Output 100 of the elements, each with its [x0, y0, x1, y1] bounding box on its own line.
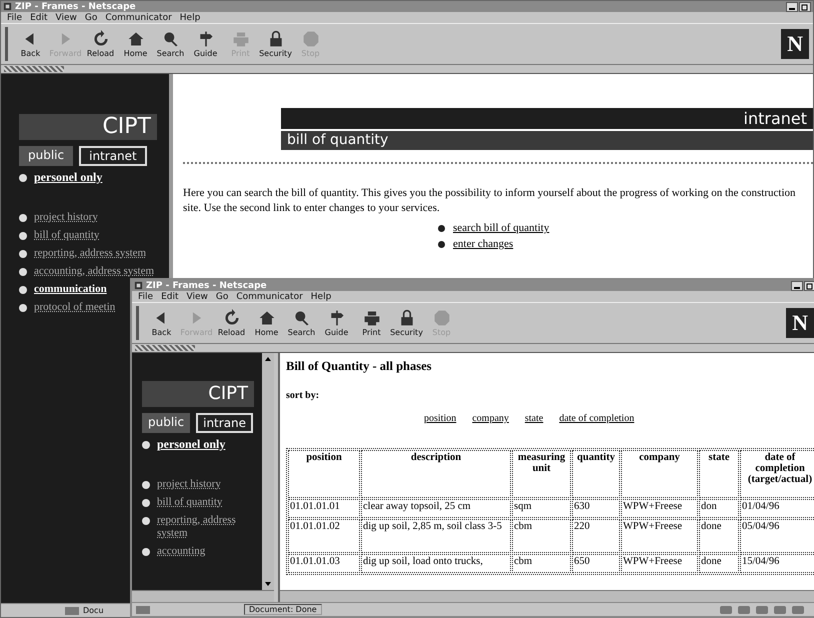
toolbar-button[interactable]: Search — [285, 309, 318, 337]
site-tab[interactable]: intranet — [79, 146, 147, 166]
vertical-scrollbar[interactable] — [262, 353, 274, 590]
minimize-button[interactable] — [786, 2, 798, 12]
sort-label: sort by: — [286, 390, 320, 401]
status-tray-icon[interactable] — [774, 606, 786, 614]
menu-item[interactable]: View — [56, 12, 77, 22]
toolbar-button[interactable]: Print — [355, 309, 388, 337]
table-cell: cbm — [512, 554, 571, 573]
window-title: ZIP - Frames - Netscape — [15, 2, 136, 12]
menu-item[interactable]: Go — [216, 292, 228, 302]
horizontal-scrollbar[interactable] — [132, 590, 274, 602]
minimize-button[interactable] — [791, 280, 803, 290]
location-toolbar-tab[interactable] — [135, 345, 195, 351]
status-text: Document: Done — [244, 604, 322, 615]
bullet-icon — [438, 224, 445, 232]
column-header: quantity — [572, 450, 620, 498]
menu-item[interactable]: Edit — [161, 292, 178, 302]
table-cell: 630 — [572, 499, 620, 518]
site-tab[interactable]: intrane — [196, 413, 254, 433]
table-cell: 15/04/96 — [740, 554, 814, 573]
bullet-icon — [142, 548, 150, 556]
status-tray-icon[interactable] — [756, 606, 768, 614]
nav-link[interactable]: project history — [34, 211, 98, 224]
up-arrow-icon[interactable] — [264, 355, 272, 363]
site-banner: intranet — [281, 108, 813, 129]
intro-paragraph: Here you can search the bill of quantity. This gives you the possibility to inform yourself about the progress of working on the construction site. Use the second link to enter changes to your services. — [183, 186, 797, 216]
location-toolbar-tab[interactable] — [4, 66, 64, 72]
nav-link[interactable]: protocol of meetin — [34, 301, 116, 314]
toolbar-button[interactable]: Home — [250, 309, 283, 337]
site-logo: CIPT — [19, 114, 157, 140]
status-tray-icon[interactable] — [792, 606, 804, 614]
minimize-icon — [794, 286, 800, 288]
column-header: date of completion (target/actual) — [740, 450, 814, 498]
bullet-icon — [142, 517, 150, 525]
menu-item[interactable]: File — [7, 12, 22, 22]
toolbar-button[interactable]: Security — [259, 30, 292, 58]
minimize-icon — [789, 8, 795, 10]
toolbar-button[interactable]: Back — [14, 30, 47, 58]
nav-link[interactable]: reporting, address system — [34, 247, 146, 260]
bullet-icon — [19, 286, 27, 294]
menu-item[interactable]: Communicator — [105, 12, 172, 22]
column-header: state — [699, 450, 739, 498]
restore-icon — [806, 282, 814, 290]
nav-link[interactable]: communication — [34, 283, 107, 296]
page-link[interactable]: search bill of quantity — [453, 222, 550, 234]
browser-logo: N — [781, 29, 809, 59]
horizontal-scrollbar[interactable] — [280, 590, 814, 602]
column-header: measuring unit — [512, 450, 571, 498]
stop-icon — [432, 309, 452, 327]
page-link[interactable]: enter changes — [453, 238, 514, 250]
toolbar-button[interactable]: Guide — [320, 309, 353, 337]
nav-link[interactable]: personel only — [157, 438, 226, 451]
sort-link[interactable]: position — [424, 413, 456, 424]
toolbar-button[interactable]: Search — [154, 30, 187, 58]
nav-link[interactable]: bill of quantity — [34, 229, 100, 242]
sort-link[interactable]: date of completion — [559, 413, 634, 424]
restore-icon — [801, 2, 809, 10]
table-cell: cbm — [512, 519, 571, 553]
site-tab[interactable]: public — [142, 413, 190, 433]
nav-link[interactable]: accounting — [157, 545, 206, 558]
table-cell: WPW+Freese — [621, 554, 698, 573]
table-cell: 01.01.01.01 — [288, 499, 360, 518]
table-cell: 650 — [572, 554, 620, 573]
menu-item[interactable]: File — [138, 292, 154, 302]
window-icon — [134, 281, 143, 290]
menu-item[interactable]: View — [186, 292, 208, 302]
toolbar-button[interactable]: Home — [119, 30, 152, 58]
nav-link[interactable]: personel only — [34, 171, 102, 184]
nav-link[interactable]: bill of quantity — [157, 496, 222, 509]
sort-link[interactable]: company — [472, 413, 509, 424]
down-arrow-icon[interactable] — [264, 580, 272, 588]
status-text: Docu — [83, 606, 104, 615]
toolbar-button[interactable]: Security — [390, 309, 423, 337]
nav-link[interactable]: project history — [157, 478, 221, 491]
menu-item[interactable]: Communicator — [236, 292, 303, 302]
table-cell: WPW+Freese — [621, 519, 698, 553]
column-header: company — [621, 450, 698, 498]
bullet-icon — [19, 174, 27, 182]
sort-link[interactable]: state — [524, 413, 544, 424]
table-cell: don — [699, 499, 739, 518]
toolbar-button[interactable]: Reload — [215, 309, 248, 337]
toolbar-button[interactable]: Guide — [189, 30, 222, 58]
status-tray-icon[interactable] — [720, 606, 732, 614]
restore-button[interactable] — [799, 2, 811, 12]
status-tray-icon[interactable] — [738, 606, 750, 614]
menu-item[interactable]: Go — [84, 12, 98, 22]
nav-link[interactable]: accounting, address system — [34, 265, 154, 278]
browser-logo: N — [786, 308, 814, 338]
site-tab[interactable]: public — [19, 146, 74, 166]
toolbar-button[interactable]: Back — [145, 309, 178, 337]
menu-item[interactable]: Help — [180, 12, 200, 22]
menu-item[interactable]: Help — [310, 292, 332, 302]
menu-item[interactable]: Edit — [30, 12, 48, 22]
table-cell: 01.01.01.02 — [288, 519, 360, 553]
nav-link[interactable]: reporting, address system — [157, 514, 254, 540]
restore-button[interactable] — [804, 280, 814, 290]
printer-icon — [230, 30, 250, 48]
toolbar-button[interactable]: Reload — [84, 30, 117, 58]
bullet-icon — [142, 481, 150, 489]
